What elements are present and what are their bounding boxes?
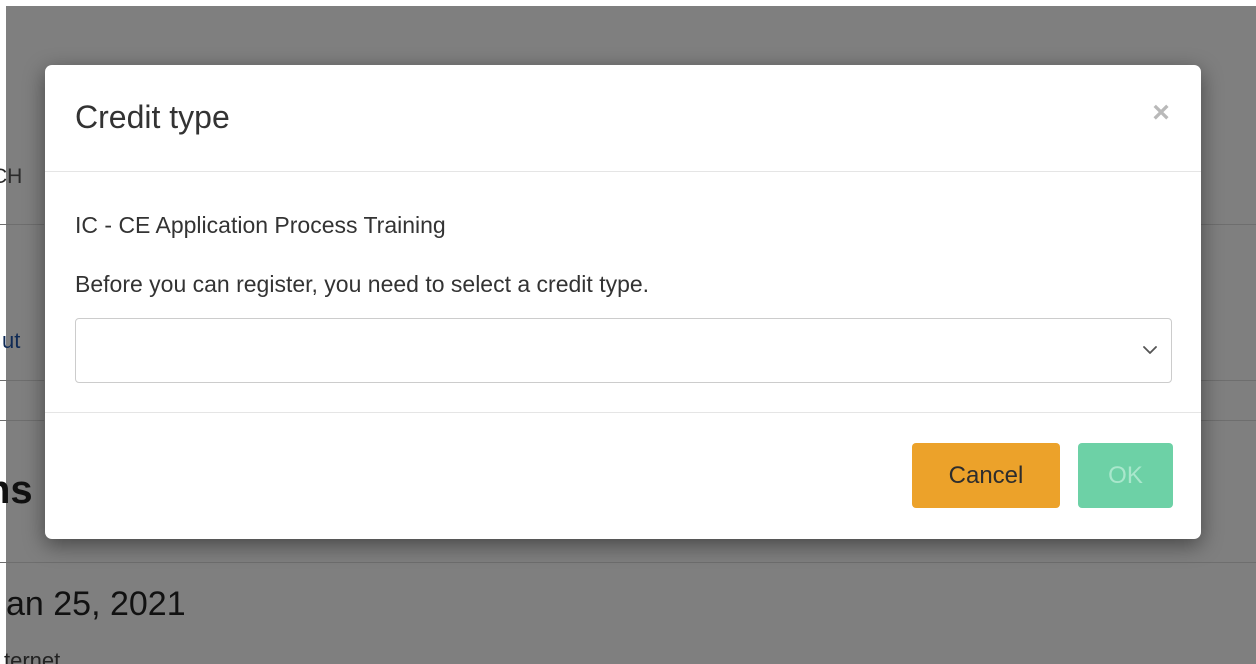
background-topbar [0,0,1256,6]
chevron-down-icon [1143,346,1157,354]
background-partial-text: ternet [4,648,61,664]
modal-footer: Cancel OK [45,413,1201,539]
background-partial-heading: ns [0,468,33,512]
background-partial-date: an 25, 2021 [6,585,186,623]
background-partial-text: CH [0,165,23,188]
background-partial-link: ut [2,328,21,353]
background-divider [1200,224,1256,225]
background-divider [0,562,1256,563]
modal-title: Credit type [75,99,230,135]
cancel-button[interactable]: Cancel [912,443,1060,508]
modal-body: IC - CE Application Process Training Bef… [45,172,1201,413]
modal-header: Credit type × [45,65,1201,172]
credit-type-modal: Credit type × IC - CE Application Proces… [45,65,1201,539]
ok-button[interactable]: OK [1078,443,1173,508]
instruction-text: Before you can register, you need to sel… [75,271,650,297]
background-divider [0,380,44,381]
background-divider [1200,380,1256,381]
course-name: IC - CE Application Process Training [75,212,446,238]
credit-type-select[interactable] [75,318,1172,383]
close-icon[interactable]: × [1143,95,1179,131]
background-divider [0,420,44,421]
background-divider [0,224,44,225]
background-divider [1200,420,1256,421]
